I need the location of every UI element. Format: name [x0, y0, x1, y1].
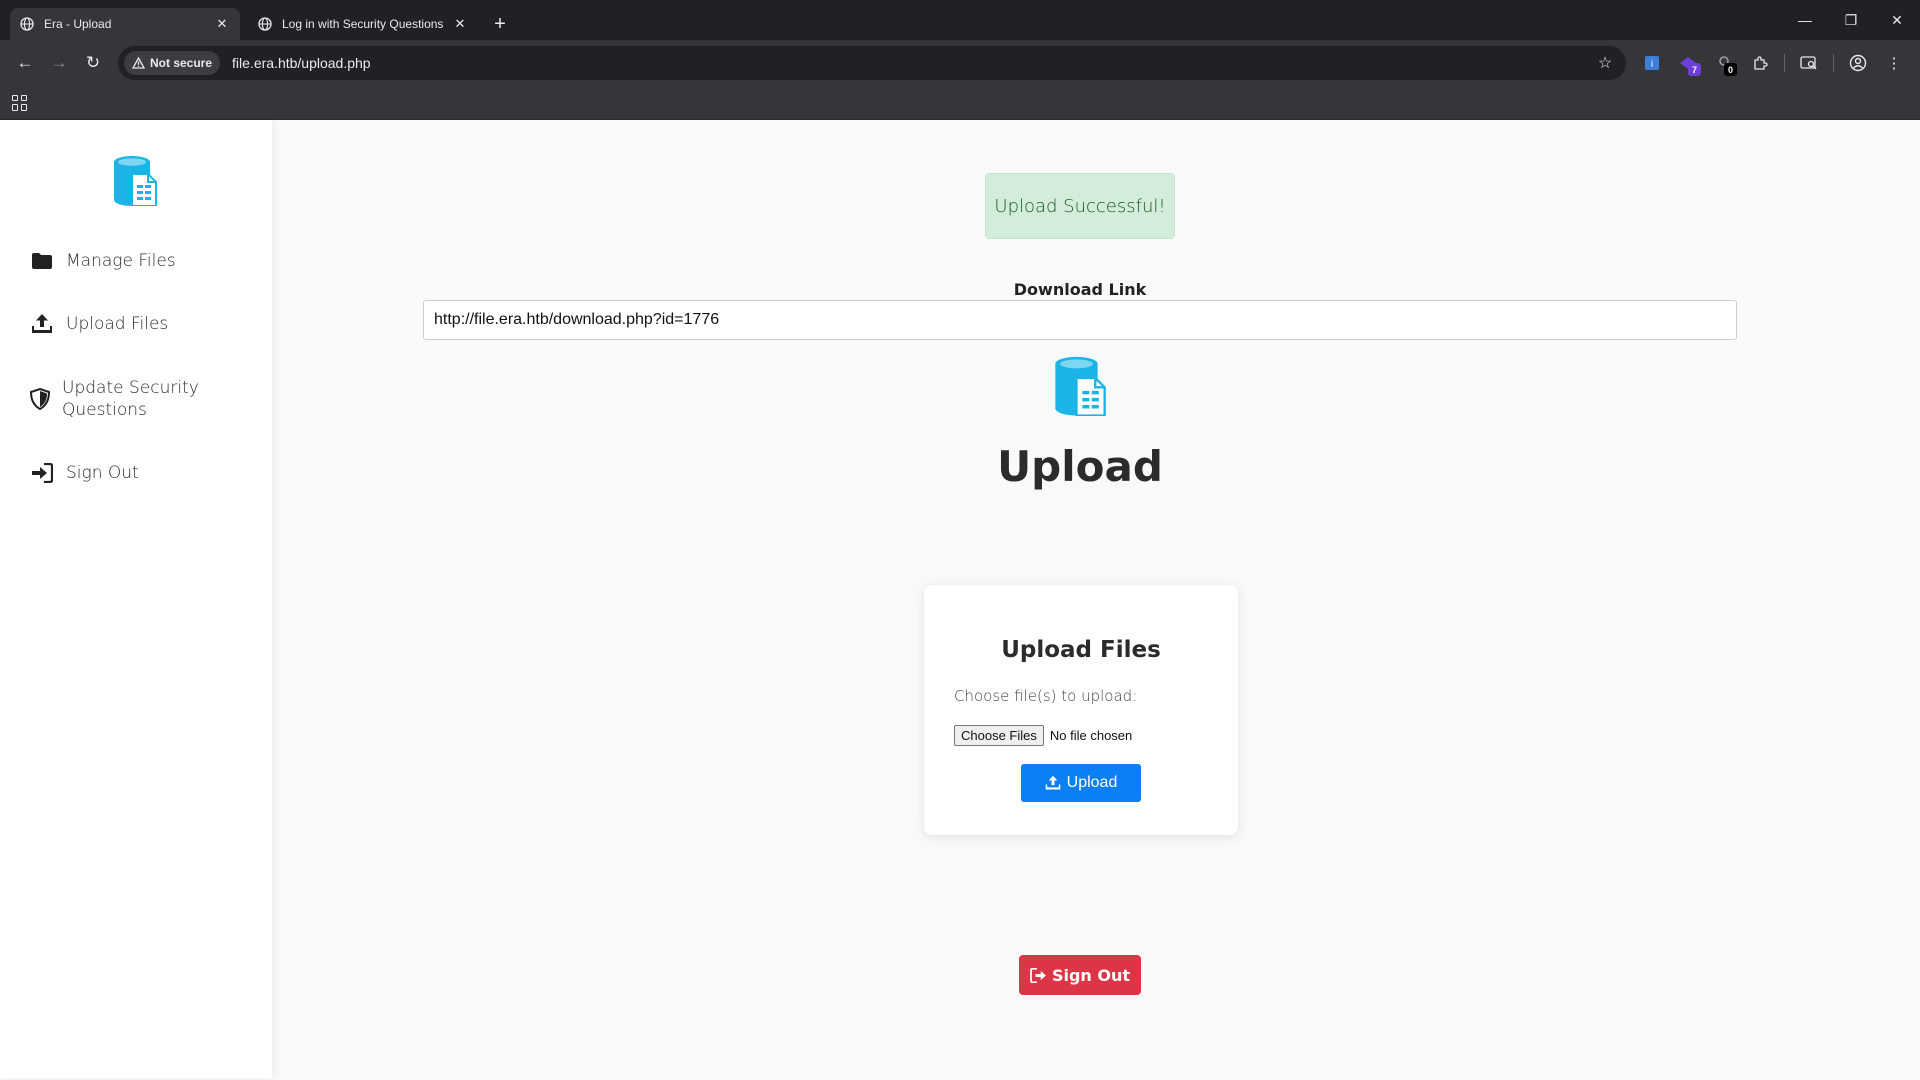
sidebar: Manage Files Upload Files Update Securit… [0, 120, 272, 1078]
upload-button-label: Upload [1066, 774, 1118, 791]
sign-out-icon [1030, 967, 1046, 983]
apps-grid-icon[interactable] [12, 94, 28, 111]
sidebar-item-label: Update Security Questions [62, 378, 199, 420]
upload-icon [30, 313, 54, 335]
file-input[interactable]: Choose Files No file chosen [954, 725, 1132, 746]
address-bar[interactable]: Not secure file.era.htb/upload.php ☆ [118, 46, 1626, 80]
new-tab-button[interactable]: + [486, 10, 514, 38]
tab-era-upload[interactable]: Era - Upload ✕ [10, 8, 240, 40]
shield-icon [30, 388, 50, 410]
extension-badge: 7 [1688, 63, 1701, 76]
globe-icon [258, 17, 272, 31]
choose-files-button[interactable]: Choose Files [954, 725, 1044, 746]
svg-text:i: i [1651, 59, 1653, 70]
security-chip[interactable]: Not secure [124, 51, 221, 75]
minimize-icon[interactable]: — [1782, 0, 1828, 40]
page-content: Manage Files Upload Files Update Securit… [0, 120, 1920, 1080]
download-link-field[interactable] [423, 300, 1737, 340]
puzzle-extensions-icon[interactable] [1742, 46, 1778, 80]
sidebar-item-label: Upload Files [66, 314, 169, 334]
tab-security-questions[interactable]: Log in with Security Questions ✕ [248, 8, 478, 40]
globe-icon [20, 17, 34, 31]
sidebar-item-label: Manage Files [66, 251, 176, 271]
warning-icon [132, 57, 145, 69]
era-logo-icon [1053, 354, 1107, 421]
tab-title: Era - Upload [44, 17, 112, 31]
choose-files-label: Choose file(s) to upload: [954, 687, 1138, 705]
menu-kebab-icon[interactable]: ⋮ [1876, 46, 1912, 80]
sign-out-button-label: Sign Out [1051, 965, 1131, 985]
tab-strip: Era - Upload ✕ Log in with Security Ques… [0, 0, 1920, 40]
upload-button[interactable]: Upload [1021, 764, 1141, 802]
url-text[interactable]: file.era.htb/upload.php [232, 55, 1590, 71]
reload-icon[interactable]: ↻ [76, 46, 110, 80]
success-alert: Upload Successful! [985, 173, 1175, 239]
forward-arrow-icon[interactable]: → [42, 46, 76, 80]
window-controls: — ❐ ✕ [1782, 0, 1920, 40]
sidebar-item-upload-files[interactable]: Upload Files [30, 313, 168, 335]
extension-c-icon[interactable]: 0 [1706, 46, 1742, 80]
close-window-icon[interactable]: ✕ [1874, 0, 1920, 40]
page-title: Upload [997, 442, 1163, 491]
profile-icon[interactable] [1840, 46, 1876, 80]
tab-search-icon[interactable] [1791, 46, 1827, 80]
close-icon[interactable]: ✕ [214, 16, 230, 32]
sidebar-item-label: Sign Out [66, 463, 139, 483]
extension-badge: 0 [1724, 63, 1737, 76]
restore-icon[interactable]: ❐ [1828, 0, 1874, 40]
extension-b-icon[interactable]: 7 [1670, 46, 1706, 80]
upload-card: Upload Files Choose file(s) to upload: C… [924, 585, 1238, 835]
back-arrow-icon[interactable]: ← [8, 46, 42, 80]
bookmark-star-icon[interactable]: ☆ [1590, 53, 1620, 73]
upload-icon [1045, 775, 1060, 790]
sidebar-item-update-security-questions[interactable]: Update Security Questions [30, 377, 230, 421]
toolbar-divider [1784, 54, 1785, 72]
toolbar-divider [1833, 54, 1834, 72]
security-chip-label: Not secure [150, 56, 213, 70]
card-title: Upload Files [1001, 637, 1161, 663]
no-file-chosen-text: No file chosen [1049, 728, 1133, 743]
sign-in-icon [30, 462, 54, 484]
sidebar-item-manage-files[interactable]: Manage Files [30, 250, 176, 272]
tab-title: Log in with Security Questions [282, 17, 444, 31]
browser-toolbar: ← → ↻ Not secure file.era.htb/upload.php… [0, 40, 1920, 86]
main-content: Upload Successful! Download Link Upload … [272, 120, 1920, 1078]
sign-out-button[interactable]: Sign Out [1019, 955, 1141, 995]
era-logo-icon [112, 154, 158, 211]
extension-a-icon[interactable]: i [1634, 46, 1670, 80]
folder-icon [30, 250, 54, 272]
bookmarks-bar [0, 86, 1920, 120]
close-icon[interactable]: ✕ [452, 16, 468, 32]
sidebar-item-sign-out[interactable]: Sign Out [30, 462, 139, 484]
download-link-label: Download Link [1013, 280, 1147, 299]
